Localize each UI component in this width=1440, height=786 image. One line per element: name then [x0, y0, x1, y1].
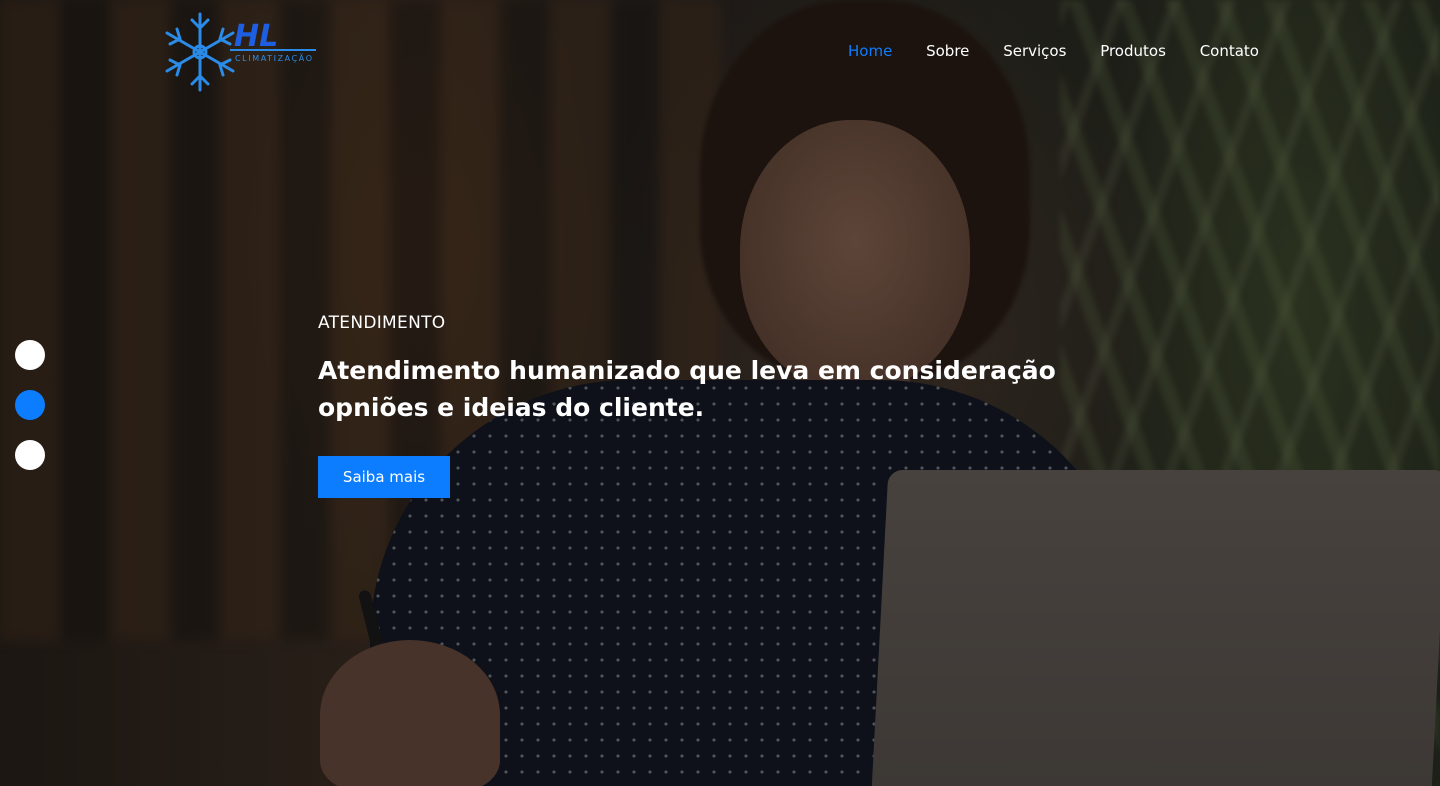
nav-link-sobre[interactable]: Sobre: [926, 42, 969, 60]
main-nav: Home Sobre Serviços Produtos Contato: [848, 40, 1259, 62]
saiba-mais-button[interactable]: Saiba mais: [318, 456, 450, 498]
site-logo[interactable]: HL CLIMATIZAÇÃO: [164, 12, 320, 92]
slider-dot-1[interactable]: [15, 340, 45, 370]
logo-subtitle: CLIMATIZAÇÃO: [235, 53, 314, 63]
nav-link-produtos[interactable]: Produtos: [1100, 42, 1166, 60]
hero-headline-line-1: Atendimento humanizado que leva em consi…: [318, 356, 1056, 385]
nav-link-contato[interactable]: Contato: [1200, 42, 1259, 60]
logo-letters: HL: [234, 19, 278, 54]
nav-link-servicos[interactable]: Serviços: [1003, 42, 1066, 60]
slider-dot-2[interactable]: [15, 390, 45, 420]
nav-link-home[interactable]: Home: [848, 42, 892, 60]
logo-hl-mark: HL: [230, 19, 316, 54]
hero-section: HL CLIMATIZAÇÃO Home Sobre Serviços Prod…: [0, 0, 1440, 786]
hero-eyebrow: ATENDIMENTO: [318, 313, 446, 333]
snowflake-icon: [165, 12, 235, 92]
hero-headline: Atendimento humanizado que leva em consi…: [318, 352, 1118, 426]
hero-headline-line-2: opniões e ideias do cliente.: [318, 393, 705, 422]
slider-dot-3[interactable]: [15, 440, 45, 470]
